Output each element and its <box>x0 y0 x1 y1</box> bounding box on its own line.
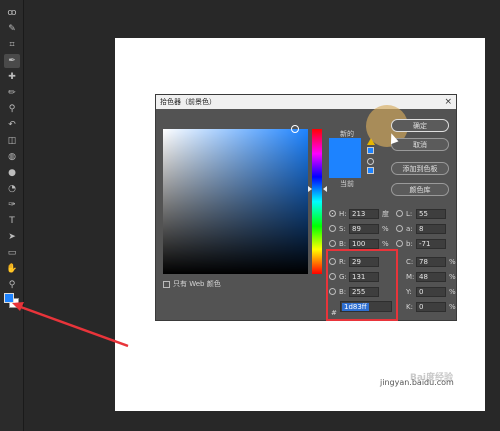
color-field[interactable] <box>163 125 308 274</box>
cancel-button[interactable]: 取消 <box>391 138 449 151</box>
saturation-radio[interactable] <box>329 225 336 232</box>
black-row: K: 0 % <box>406 301 456 312</box>
lab-l-row: L: 55 <box>396 208 446 219</box>
only-web-colors-option[interactable]: 只有 Web 颜色 <box>163 279 221 289</box>
eraser-icon[interactable]: ◫ <box>4 134 20 148</box>
saturation-unit: % <box>382 224 389 233</box>
dodge-icon[interactable]: ◔ <box>4 182 20 196</box>
lab-l-label: L: <box>406 209 413 218</box>
color-field-marker[interactable] <box>291 125 299 133</box>
dialog-title: 拾色器（前景色） <box>156 95 456 109</box>
lab-a-label: a: <box>406 224 413 233</box>
lab-a-input[interactable]: 8 <box>416 223 446 234</box>
hue-slider-handle-left[interactable] <box>308 186 312 192</box>
hue-slider-handle-right[interactable] <box>323 186 327 192</box>
lab-b-row: b: -71 <box>396 238 446 249</box>
lab-b-input[interactable]: -71 <box>416 238 446 249</box>
magenta-input[interactable]: 48 <box>416 271 446 282</box>
color-libraries-button[interactable]: 颜色库 <box>391 183 449 196</box>
black-unit: % <box>449 302 456 311</box>
clone-stamp-icon[interactable]: ⚲ <box>4 102 20 116</box>
yellow-input[interactable]: 0 <box>416 286 446 297</box>
blur-icon[interactable]: ● <box>4 166 20 180</box>
lab-a-row: a: 8 <box>396 223 446 234</box>
cyan-unit: % <box>449 257 456 266</box>
current-color-label: 当前 <box>340 180 354 188</box>
saturation-label: S: <box>339 224 346 233</box>
magenta-unit: % <box>449 272 456 281</box>
only-web-colors-checkbox[interactable] <box>163 280 170 288</box>
web-safe-warning-icon[interactable] <box>367 158 374 165</box>
black-input[interactable]: 0 <box>416 301 446 312</box>
close-icon[interactable]: × <box>444 95 452 109</box>
healing-brush-icon[interactable]: ✚ <box>4 70 20 84</box>
hue-input[interactable]: 213 <box>349 208 379 219</box>
crop-icon[interactable]: ⌗ <box>4 38 20 52</box>
history-brush-icon[interactable]: ↶ <box>4 118 20 132</box>
add-to-swatches-button[interactable]: 添加到色板 <box>391 162 449 175</box>
brightness-radio[interactable] <box>329 240 336 247</box>
web-safe-correction-swatch[interactable] <box>367 167 374 174</box>
brush-icon[interactable]: ✏ <box>4 86 20 100</box>
magenta-row: M: 48 % <box>406 271 456 282</box>
quick-select-icon[interactable]: ✎ <box>4 22 20 36</box>
paint-bucket-icon[interactable]: ◍ <box>4 150 20 164</box>
foreground-color-swatch[interactable] <box>4 293 14 303</box>
lab-a-radio[interactable] <box>396 225 403 232</box>
lasso-tool-icon[interactable]: ꝏ <box>4 6 20 20</box>
yellow-unit: % <box>449 287 456 296</box>
cyan-row: C: 78 % <box>406 256 456 267</box>
lab-b-label: b: <box>406 239 413 248</box>
pen-icon[interactable]: ✑ <box>4 198 20 212</box>
type-icon[interactable]: T <box>4 214 20 228</box>
black-label: K: <box>406 302 413 311</box>
color-picker-dialog: 拾色器（前景色） × 新的 当前 确定 取消 添加到色板 颜色库 H: 213 … <box>155 94 457 321</box>
path-select-icon[interactable]: ➤ <box>4 230 20 244</box>
hue-radio[interactable] <box>329 210 336 217</box>
brightness-input[interactable]: 100 <box>349 238 379 249</box>
only-web-colors-label: 只有 Web 颜色 <box>173 280 221 288</box>
brightness-row: B: 100 % <box>329 238 389 249</box>
hue-label: H: <box>339 209 347 218</box>
hue-slider[interactable] <box>312 129 322 274</box>
cyan-input[interactable]: 78 <box>416 256 446 267</box>
lab-l-radio[interactable] <box>396 210 403 217</box>
ok-button[interactable]: 确定 <box>391 119 449 132</box>
watermark-url: jingyan.baidu.com <box>380 378 454 387</box>
magenta-label: M: <box>406 272 415 281</box>
hue-unit: 度 <box>382 209 389 218</box>
annotation-highlight-box <box>326 249 398 321</box>
yellow-row: Y: 0 % <box>406 286 456 297</box>
lab-l-input[interactable]: 55 <box>416 208 446 219</box>
hand-icon[interactable]: ✋ <box>4 262 20 276</box>
shape-icon[interactable]: ▭ <box>4 246 20 260</box>
hue-row: H: 213 度 <box>329 208 389 219</box>
brightness-unit: % <box>382 239 389 248</box>
saturation-row: S: 89 % <box>329 223 389 234</box>
new-color-swatch <box>329 138 361 158</box>
eyedropper-icon[interactable]: ✒ <box>4 54 20 68</box>
zoom-icon[interactable]: ⚲ <box>4 278 20 292</box>
cyan-label: C: <box>406 257 414 266</box>
lab-b-radio[interactable] <box>396 240 403 247</box>
current-color-swatch[interactable] <box>329 158 361 178</box>
tools-panel: ꝏ✎⌗✒✚✏⚲↶◫◍●◔✑T➤▭✋⚲⋯ <box>0 0 24 431</box>
gamut-correction-swatch[interactable] <box>367 147 374 154</box>
brightness-label: B: <box>339 239 347 248</box>
yellow-label: Y: <box>406 287 412 296</box>
saturation-input[interactable]: 89 <box>349 223 379 234</box>
